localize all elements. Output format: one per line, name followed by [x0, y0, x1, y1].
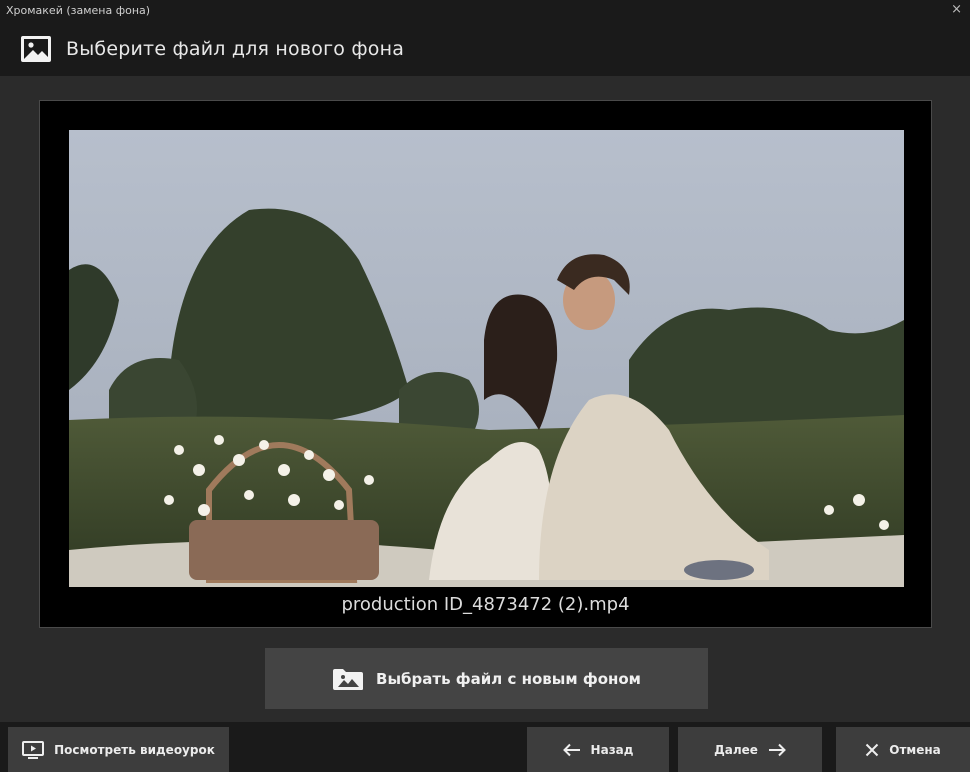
- folder-image-icon: [333, 668, 364, 690]
- window-titlebar: Хромакей (замена фона) ×: [0, 0, 970, 22]
- image-icon: [20, 35, 52, 63]
- dialog-header: Выберите файл для нового фона: [0, 22, 970, 76]
- video-filename: production ID_4873472 (2).mp4: [341, 594, 630, 615]
- window-title: Хромакей (замена фона): [6, 4, 151, 17]
- choose-background-file-button[interactable]: Выбрать файл с новым фоном: [265, 648, 708, 709]
- preview-frame: production ID_4873472 (2).mp4: [39, 100, 932, 628]
- choose-background-file-label: Выбрать файл с новым фоном: [376, 669, 641, 688]
- cancel-label: Отмена: [889, 742, 941, 757]
- video-preview: [69, 130, 904, 587]
- watch-tutorial-label: Посмотреть видеоурок: [54, 742, 215, 757]
- next-label: Далее: [714, 742, 758, 757]
- dialog-content: production ID_4873472 (2).mp4 Выбрать фа…: [0, 76, 970, 722]
- page-title: Выберите файл для нового фона: [66, 38, 405, 60]
- window-close-icon[interactable]: ×: [951, 2, 962, 17]
- dialog-footer: Посмотреть видеоурок Назад Далее Отмена: [0, 722, 970, 772]
- arrow-left-icon: [562, 743, 580, 756]
- next-button[interactable]: Далее: [678, 727, 822, 772]
- video-play-icon: [22, 740, 45, 759]
- arrow-right-icon: [768, 743, 786, 756]
- cancel-button[interactable]: Отмена: [836, 727, 970, 772]
- back-label: Назад: [590, 742, 634, 757]
- back-button[interactable]: Назад: [527, 727, 669, 772]
- watch-tutorial-button[interactable]: Посмотреть видеоурок: [8, 727, 229, 772]
- close-icon: [866, 743, 879, 756]
